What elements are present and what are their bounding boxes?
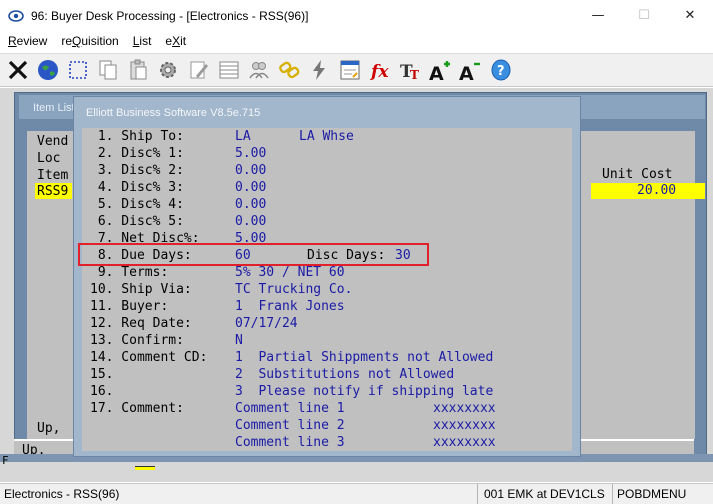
side-label: F: [2, 454, 9, 467]
svg-text:A: A: [459, 63, 474, 82]
status-menu: POBDMENU: [617, 487, 687, 501]
window-title: 96: Buyer Desk Processing - [Electronics…: [31, 8, 309, 23]
menu-review[interactable]: Review: [8, 34, 47, 48]
lightning-icon[interactable]: [305, 55, 334, 85]
settings-icon[interactable]: [154, 55, 183, 85]
font-type-icon[interactable]: TT: [395, 55, 424, 85]
toolbar: fx TT A A ?: [0, 53, 713, 87]
item-label: Item: [37, 168, 69, 183]
unit-cost-value: 20.00: [637, 183, 677, 198]
menu-exit[interactable]: eXit: [165, 34, 186, 48]
menu-bar: Review reQuisition List eXit: [0, 31, 713, 51]
table-icon[interactable]: [214, 55, 243, 85]
cursor-marker: [135, 466, 155, 470]
status-company: Electronics - RSS(96): [0, 484, 478, 504]
close-x-icon[interactable]: [3, 55, 32, 85]
users-icon[interactable]: [245, 55, 274, 85]
unit-cost-header: Unit Cost: [602, 167, 673, 182]
dialog-title: Elliott Business Software V8.5e.715: [86, 107, 261, 119]
help-icon[interactable]: ?: [486, 55, 515, 85]
svg-text:?: ?: [497, 64, 505, 79]
font-decrease-icon[interactable]: A: [456, 55, 485, 85]
chain-link-icon[interactable]: [275, 55, 304, 85]
globe-icon[interactable]: [33, 55, 62, 85]
font-increase-icon[interactable]: A: [426, 55, 455, 85]
status-session: 001 EMK at DEV1CLS: [480, 484, 613, 504]
loc-label: Loc: [37, 151, 61, 166]
close-button[interactable]: ✕: [667, 0, 713, 31]
menu-requisition[interactable]: reQuisition: [61, 34, 118, 48]
minimize-button[interactable]: —: [575, 0, 621, 31]
up-label: Up,: [37, 421, 61, 436]
select-box-icon[interactable]: [63, 55, 92, 85]
function-icon[interactable]: fx: [365, 55, 394, 85]
svg-text:fx: fx: [370, 62, 389, 82]
app-icon: [8, 9, 24, 22]
vend-label: Vend: [37, 134, 69, 149]
selected-item-code: RSS9: [37, 184, 69, 199]
svg-text:T: T: [410, 68, 419, 82]
copy-icon[interactable]: [94, 55, 123, 85]
svg-text:A: A: [429, 63, 444, 82]
maximize-button[interactable]: ☐: [621, 0, 667, 31]
highlight-annotation: [78, 243, 429, 266]
paste-icon[interactable]: [124, 55, 153, 85]
edit-icon[interactable]: [184, 55, 213, 85]
form-icon[interactable]: [335, 55, 364, 85]
title-bar: 96: Buyer Desk Processing - [Electronics…: [0, 0, 713, 31]
dialog-panel: 1. Ship To: LA LA Whse 2. Disc% 1: 5.00 3. …: [82, 128, 572, 451]
menu-list[interactable]: List: [133, 34, 152, 48]
status-bar: Electronics - RSS(96) 001 EMK at DEV1CLS…: [0, 483, 713, 504]
header-dialog: Elliott Business Software V8.5e.715 1. S…: [73, 96, 581, 457]
